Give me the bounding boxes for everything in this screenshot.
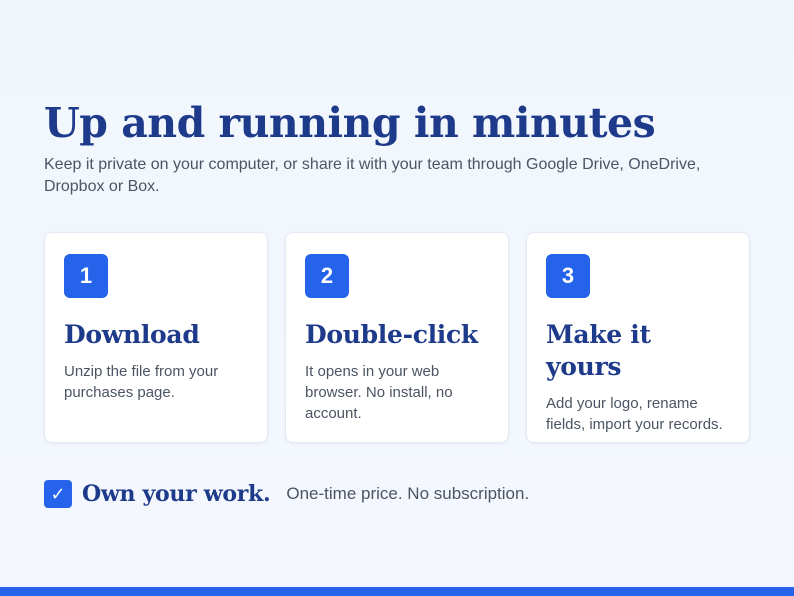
ownership-text: One-time price. No subscription. [286,484,530,503]
page-subtitle: Keep it private on your computer, or sha… [44,156,701,195]
ownership-row: ✓ Own your work. One-time price. No subs… [44,479,750,509]
step-card-make-it-yours: 3 Make it yours Add your logo, rename fi… [526,232,750,443]
step-card-double-click: 2 Double-click It opens in your web brow… [285,232,509,443]
step-title: Download [64,320,200,349]
checkmark-icon: ✓ [44,480,72,508]
step-description: Add your logo, rename fields, import you… [546,395,723,433]
page-title: Up and running in minutes [44,99,656,147]
step-title: Double-click [305,320,478,349]
step-number-badge: 2 [305,254,349,298]
step-card-download: 1 Download Unzip the file from your purc… [44,232,268,443]
step-description: It opens in your web browser. No install… [305,363,453,422]
step-description: Unzip the file from your purchases page. [64,363,219,401]
step-title: Make it yours [546,320,651,381]
step-number-badge: 3 [546,254,590,298]
page-content: Up and running in minutes Keep it privat… [44,100,750,509]
steps-list: 1 Download Unzip the file from your purc… [44,232,750,443]
bottom-accent-bar [0,587,794,596]
step-number-badge: 1 [64,254,108,298]
ownership-title: Own your work. [82,481,271,507]
